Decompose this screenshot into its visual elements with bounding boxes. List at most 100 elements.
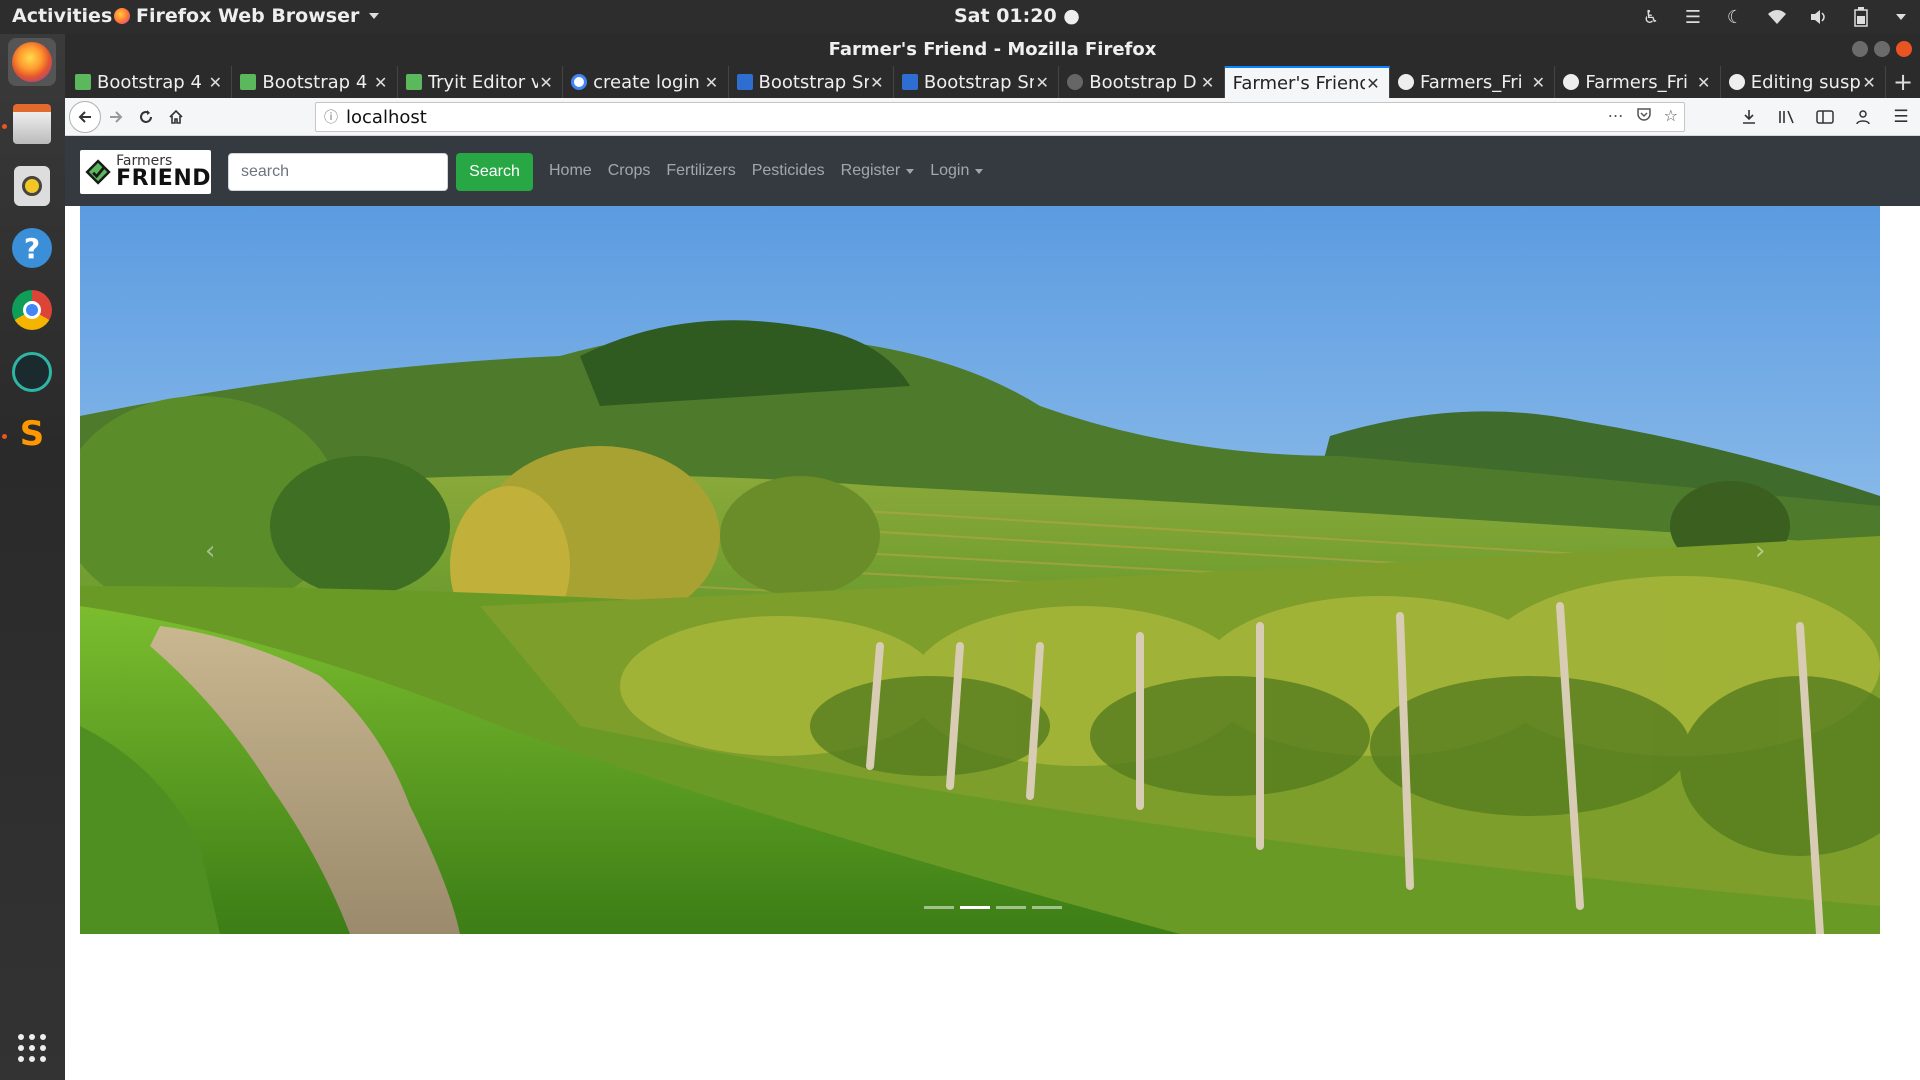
- search-button[interactable]: Search: [456, 153, 533, 191]
- new-tab-button[interactable]: +: [1886, 66, 1920, 98]
- tab-close-icon[interactable]: ✕: [1861, 73, 1877, 92]
- carousel-indicator[interactable]: [1032, 906, 1062, 909]
- back-button[interactable]: [69, 100, 101, 133]
- minimize-button[interactable]: [1852, 41, 1868, 57]
- system-tray[interactable]: ♿ ☰ ☾: [1640, 6, 1906, 28]
- clock[interactable]: Sat 01:20 ●: [954, 5, 1080, 27]
- nav-login-dropdown[interactable]: Login: [922, 162, 991, 180]
- tab-close-icon[interactable]: ✕: [1200, 73, 1216, 92]
- carousel-indicator[interactable]: [960, 906, 990, 909]
- reload-button[interactable]: [131, 102, 161, 132]
- tab-close-icon[interactable]: ✕: [1365, 74, 1381, 93]
- bookmark-star-icon[interactable]: ☆: [1664, 106, 1678, 126]
- dock-files[interactable]: [8, 100, 56, 148]
- forward-arrow-icon: [110, 110, 123, 123]
- site-nav-links: Home Crops Fertilizers Pesticides Regist…: [541, 136, 991, 206]
- tab-close-icon[interactable]: ✕: [1530, 73, 1546, 92]
- browser-tab[interactable]: Bootstrap D ✕: [1059, 66, 1225, 98]
- back-arrow-icon: [78, 110, 91, 123]
- file-cabinet-icon: [13, 104, 51, 144]
- browser-tab[interactable]: Farmers_Fri ✕: [1555, 66, 1721, 98]
- show-applications-button[interactable]: [8, 1024, 56, 1072]
- tab-title: Bootstrap 4: [262, 71, 368, 93]
- pocket-icon[interactable]: [1636, 106, 1652, 126]
- browser-tab[interactable]: Bootstrap 4 ✕: [67, 66, 233, 98]
- nav-register-dropdown[interactable]: Register: [833, 162, 923, 180]
- tab-title: Farmers_Fri: [1585, 71, 1689, 93]
- home-button[interactable]: [161, 102, 191, 132]
- tab-close-icon[interactable]: ✕: [704, 73, 720, 92]
- input-menu-icon[interactable]: ☰: [1682, 6, 1704, 28]
- tab-title: Bootstrap D: [1089, 71, 1197, 93]
- page-actions-icon[interactable]: ⋯: [1608, 106, 1624, 126]
- nav-crops[interactable]: Crops: [600, 162, 659, 180]
- search-input[interactable]: [228, 153, 448, 191]
- help-icon: ?: [12, 228, 52, 268]
- wifi-icon: [1766, 6, 1788, 28]
- dock-gitkraken[interactable]: [8, 348, 56, 396]
- chevron-down-icon: [369, 13, 380, 19]
- maximize-button[interactable]: [1874, 41, 1890, 57]
- info-icon[interactable]: ⓘ: [316, 107, 346, 127]
- diamond-logo-icon: [85, 159, 111, 185]
- tab-close-icon[interactable]: ✕: [869, 73, 885, 92]
- nav-fertilizers[interactable]: Fertilizers: [658, 162, 743, 180]
- dock-firefox[interactable]: [8, 38, 56, 86]
- nav-home[interactable]: Home: [541, 162, 600, 180]
- downloads-icon[interactable]: [1734, 102, 1764, 132]
- browser-tab[interactable]: Bootstrap Sr ✕: [894, 66, 1060, 98]
- sidebar-icon[interactable]: [1810, 102, 1840, 132]
- accessibility-icon[interactable]: ♿: [1640, 6, 1662, 28]
- account-icon[interactable]: [1848, 102, 1878, 132]
- browser-tab[interactable]: Farmers_Fri ✕: [1390, 66, 1556, 98]
- brand-big: FRIEND: [116, 166, 211, 191]
- running-indicator: [2, 434, 7, 439]
- tab-close-icon[interactable]: ✕: [373, 73, 389, 92]
- tab-title: Bootstrap 4: [97, 71, 202, 93]
- hamburger-menu-icon[interactable]: ☰: [1886, 102, 1916, 132]
- tab-close-icon[interactable]: ✕: [538, 73, 554, 92]
- dock-sublime-text[interactable]: S: [8, 410, 56, 458]
- tab-title: Editing susp: [1750, 71, 1861, 93]
- nav-pesticides[interactable]: Pesticides: [744, 162, 833, 180]
- url-text[interactable]: localhost: [346, 107, 427, 128]
- tab-title: create login: [593, 71, 700, 93]
- dock-chrome[interactable]: [8, 286, 56, 334]
- tab-close-icon[interactable]: ✕: [207, 73, 223, 92]
- app-menu[interactable]: Firefox Web Browser: [114, 5, 380, 27]
- dock-rhythmbox[interactable]: [8, 162, 56, 210]
- tab-close-icon[interactable]: ✕: [1034, 73, 1050, 92]
- caret-down-icon: [975, 168, 984, 174]
- library-icon[interactable]: [1772, 102, 1802, 132]
- activities-button[interactable]: Activities: [12, 5, 112, 27]
- nav-register-label: Register: [840, 162, 901, 179]
- dock-help[interactable]: ?: [8, 224, 56, 272]
- carousel-next-icon[interactable]: ›: [1755, 536, 1765, 566]
- web-page: Farmers FRIEND Search Home Crops Fertili…: [65, 136, 1920, 1080]
- gitkraken-icon: [12, 352, 52, 392]
- tab-favicon-icon: [736, 74, 753, 90]
- toolbar-right: ☰: [1734, 102, 1916, 132]
- url-actions: ⋯ ☆: [1608, 106, 1678, 126]
- browser-tab[interactable]: Bootstrap 4 ✕: [232, 66, 398, 98]
- tab-close-icon[interactable]: ✕: [1696, 73, 1712, 92]
- tab-title: Farmers_Fri: [1420, 71, 1523, 93]
- hero-carousel[interactable]: ‹ ›: [80, 206, 1880, 934]
- carousel-indicator[interactable]: [924, 906, 954, 909]
- nav-login-label: Login: [930, 162, 970, 179]
- browser-tab[interactable]: Farmer's Friend ✕: [1224, 66, 1390, 98]
- home-icon: [169, 109, 183, 124]
- browser-tab[interactable]: Tryit Editor v ✕: [398, 66, 564, 98]
- close-window-button[interactable]: [1896, 41, 1912, 57]
- forward-button[interactable]: [101, 102, 131, 132]
- carousel-indicator[interactable]: [996, 906, 1026, 909]
- browser-tab[interactable]: create login ✕: [563, 66, 729, 98]
- brand-logo[interactable]: Farmers FRIEND: [80, 150, 211, 194]
- browser-tab[interactable]: Bootstrap Sr ✕: [729, 66, 894, 98]
- window-titlebar[interactable]: Farmer's Friend - Mozilla Firefox: [65, 34, 1920, 64]
- browser-tab[interactable]: Editing susp ✕: [1721, 66, 1887, 98]
- carousel-prev-icon[interactable]: ‹: [205, 536, 215, 566]
- tab-favicon-icon: [1563, 74, 1580, 90]
- address-bar[interactable]: ⓘ localhost ⋯ ☆: [315, 102, 1685, 132]
- gnome-top-bar: Activities Firefox Web Browser Sat 01:20…: [0, 0, 1920, 34]
